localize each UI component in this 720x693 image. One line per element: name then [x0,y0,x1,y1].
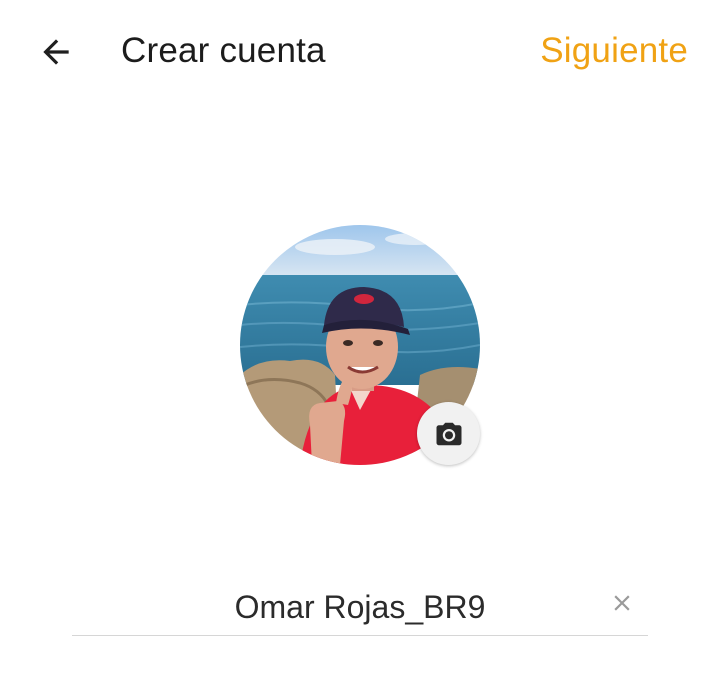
name-input[interactable] [72,583,648,631]
avatar-container [240,225,480,465]
name-field [72,575,648,636]
close-icon [614,595,630,611]
change-photo-button[interactable] [417,402,480,465]
arrow-left-icon [43,39,69,65]
app-bar: Crear cuenta Siguiente [0,0,720,100]
next-button[interactable]: Siguiente [540,28,688,74]
clear-button[interactable] [606,587,638,619]
back-button[interactable] [30,26,82,78]
create-account-screen: Crear cuenta Siguiente [0,0,720,693]
page-title: Crear cuenta [121,31,326,70]
camera-icon [436,422,461,445]
